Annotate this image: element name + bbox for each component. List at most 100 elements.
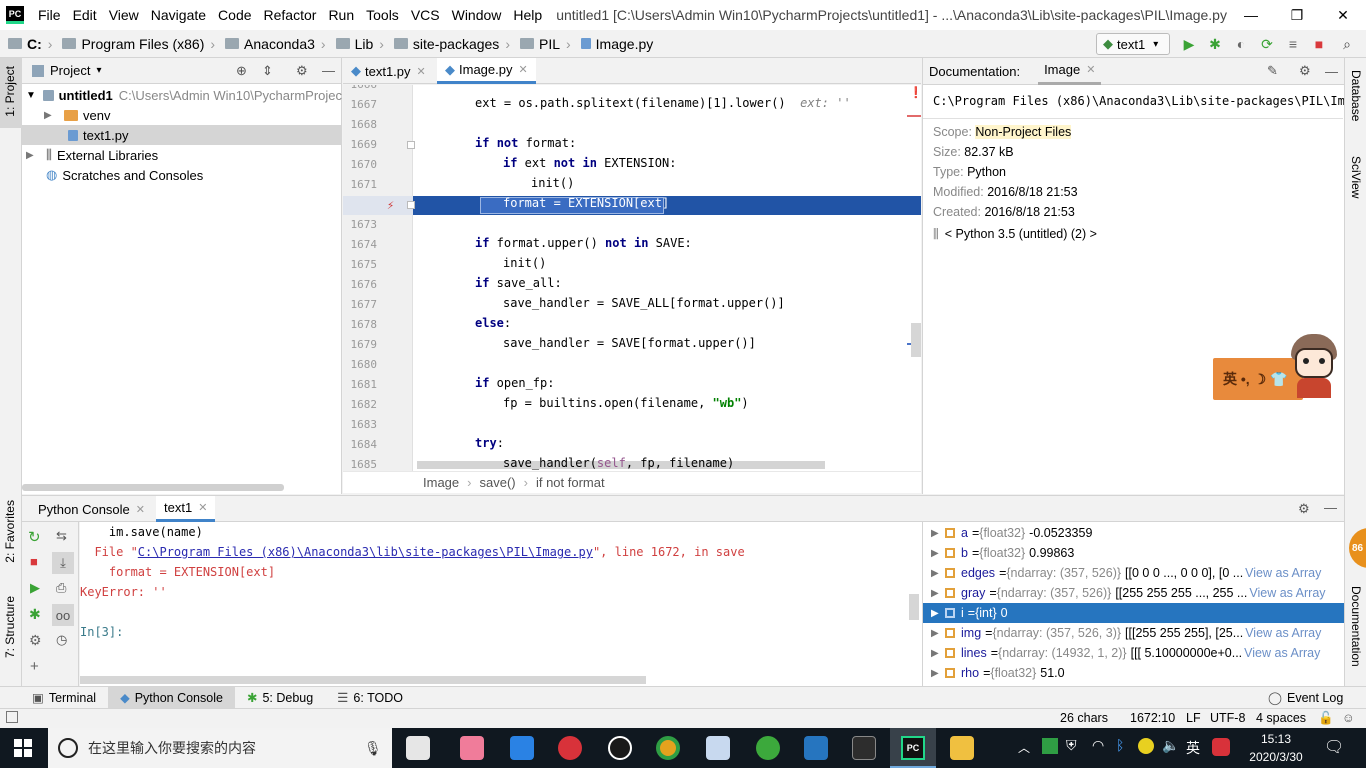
toggle-panels-icon[interactable] <box>6 711 18 723</box>
menu-navigate[interactable]: Navigate <box>145 7 212 23</box>
project-panel-title[interactable]: Project <box>50 63 90 78</box>
error-indicator-icon[interactable]: ❗ <box>909 86 921 99</box>
notification-badge[interactable]: 86 <box>1349 528 1366 568</box>
exception-breakpoint-icon[interactable]: ⚡ <box>387 198 394 212</box>
status-indent[interactable]: 4 spaces <box>1256 711 1306 725</box>
tab-documentation[interactable]: Documentation <box>1349 586 1363 667</box>
horizontal-scrollbar[interactable] <box>22 484 284 491</box>
gear-icon[interactable]: ⚙ <box>296 63 308 79</box>
add-icon[interactable]: + <box>30 658 39 675</box>
close-icon[interactable]: ✕ <box>417 65 426 78</box>
rerun-icon[interactable]: ↻ <box>28 528 41 546</box>
menu-file[interactable]: File <box>32 7 67 23</box>
menu-code[interactable]: Code <box>212 7 257 23</box>
fold-marker-icon[interactable] <box>407 141 415 149</box>
close-icon[interactable]: ✕ <box>136 503 145 516</box>
view-as-array-link[interactable]: View as Array <box>1245 566 1321 580</box>
gear-icon[interactable]: ⚙ <box>1298 501 1310 517</box>
tab-debug[interactable]: ✱ 5: Debug <box>235 687 325 709</box>
browser-icon[interactable] <box>756 736 780 760</box>
tab-favorites[interactable]: 2: Favorites <box>3 500 17 563</box>
tab-image-py[interactable]: ◆ Image.py ✕ <box>437 58 536 84</box>
volume-icon[interactable]: 🔈 <box>1162 737 1179 754</box>
profile-icon[interactable]: ⟳ <box>1259 36 1275 52</box>
ime-language-indicator[interactable]: 英 <box>1186 738 1200 758</box>
debug-icon[interactable]: ✱ <box>1207 36 1223 52</box>
variable-row[interactable]: ▶ a = {float32} -0.0523359 <box>923 523 1344 543</box>
clock-time[interactable]: 15:13 <box>1246 732 1306 746</box>
menu-vcs[interactable]: VCS <box>405 7 446 23</box>
sogou-ime-icon[interactable] <box>1212 738 1230 756</box>
variable-row[interactable]: ▶ rho = {float32} 51.0 <box>923 663 1344 683</box>
tab-documentation-image[interactable]: Image ✕ <box>1038 58 1102 85</box>
edit-source-icon[interactable]: ✎ <box>1267 63 1278 79</box>
crumb-anaconda3[interactable]: Anaconda3 › <box>225 36 332 52</box>
crumb-drive[interactable]: C: › <box>8 36 58 52</box>
horizontal-scrollbar[interactable] <box>80 676 646 684</box>
variable-row[interactable]: ▶ img = {ndarray: (357, 526, 3)} [[[255 255… <box>923 623 1344 643</box>
menu-view[interactable]: View <box>103 7 145 23</box>
vertical-scrollbar[interactable] <box>911 323 921 357</box>
chevron-down-icon[interactable]: ▾ <box>96 65 101 76</box>
hide-icon[interactable]: — <box>1324 500 1337 515</box>
chevron-right-icon[interactable]: ▶ <box>931 628 939 639</box>
tab-text1-console[interactable]: text1 ✕ <box>156 496 216 522</box>
tab-database[interactable]: Database <box>1349 70 1363 121</box>
app-icon-1[interactable] <box>406 736 430 760</box>
lock-icon[interactable]: 🔓 <box>1318 711 1334 726</box>
tree-item-external-libraries[interactable]: ▶ ⫼ External Libraries <box>22 145 342 165</box>
chevron-right-icon[interactable]: ▶ <box>931 548 939 559</box>
chevron-right-icon[interactable]: ▶ <box>931 648 939 659</box>
search-icon[interactable]: ⌕ <box>1339 36 1355 52</box>
locate-icon[interactable]: ⊕ <box>236 63 247 79</box>
variable-row[interactable]: ▶ gray = {ndarray: (357, 526)} [[255 255 25… <box>923 583 1344 603</box>
variable-row[interactable]: ▶ lines = {ndarray: (14932, 1, 2)}[[[ 5.10… <box>923 643 1344 663</box>
menu-edit[interactable]: Edit <box>67 7 103 23</box>
chevron-right-icon[interactable]: ▶ <box>931 588 939 599</box>
file-explorer-icon[interactable] <box>950 736 974 760</box>
doc-sdk[interactable]: ⫼ < Python 3.5 (untitled) (2) > <box>933 227 1097 242</box>
gear-icon[interactable]: ⚙ <box>1299 63 1311 79</box>
close-icon[interactable]: ✕ <box>198 501 207 514</box>
tab-structure[interactable]: 7: Structure <box>3 596 17 658</box>
paint-icon[interactable] <box>706 736 730 760</box>
variable-row[interactable]: ▶ i = {int} 0 <box>923 603 1344 623</box>
menu-tools[interactable]: Tools <box>360 7 405 23</box>
minimize-button[interactable]: — <box>1228 0 1274 30</box>
coverage-icon[interactable]: ◐ <box>1233 36 1249 52</box>
tray-gpu-icon[interactable] <box>1042 738 1058 754</box>
netease-music-icon[interactable] <box>558 736 582 760</box>
taskbar-search-input[interactable]: 在这里输入你要搜索的内容 🎙 <box>48 728 392 768</box>
microphone-icon[interactable]: 🎙 <box>364 740 382 757</box>
chevron-up-icon[interactable]: ︿ <box>1018 739 1030 756</box>
menu-refactor[interactable]: Refactor <box>258 7 323 23</box>
maximize-button[interactable]: ❐ <box>1274 0 1320 30</box>
notification-center-icon[interactable]: 🗨 <box>1324 737 1344 757</box>
vertical-scrollbar[interactable] <box>909 594 919 620</box>
crumb-pil[interactable]: PIL › <box>519 36 577 52</box>
clock-date[interactable]: 2020/3/30 <box>1246 750 1306 764</box>
crumb-site-packages[interactable]: site-packages › <box>393 36 516 52</box>
inspector-icon[interactable]: ☺ <box>1342 711 1355 725</box>
file-link[interactable]: C:\Program Files (x86)\Anaconda3\lib\sit… <box>138 545 593 559</box>
tray-security-icon[interactable]: ⛨ <box>1066 737 1077 754</box>
chevron-right-icon[interactable]: ▶ <box>931 668 939 679</box>
view-as-array-link[interactable]: View as Array <box>1245 626 1321 640</box>
tab-python-console[interactable]: Python Console ✕ <box>30 496 153 522</box>
terminal-app-icon[interactable] <box>852 736 876 760</box>
tree-item-scratches[interactable]: ◍ Scratches and Consoles <box>22 165 342 185</box>
view-as-array-link[interactable]: View as Array <box>1244 646 1320 660</box>
breadcrumb-class[interactable]: Image <box>423 475 459 490</box>
writer-icon[interactable] <box>804 736 828 760</box>
tab-todo[interactable]: ☰ 6: TODO <box>325 687 415 709</box>
chrome-icon[interactable] <box>656 736 680 760</box>
history-icon[interactable]: ◷ <box>56 632 67 648</box>
chevron-right-icon[interactable]: ▶ <box>931 528 939 539</box>
tree-item-venv[interactable]: ▶ venv <box>22 105 342 125</box>
tab-python-console-tool[interactable]: ◆ Python Console <box>108 686 235 709</box>
fold-marker-icon[interactable] <box>407 201 415 209</box>
menu-help[interactable]: Help <box>507 7 548 23</box>
stop-icon[interactable]: ■ <box>1311 36 1327 52</box>
close-icon[interactable]: ✕ <box>518 63 527 76</box>
tab-terminal[interactable]: ▣ Terminal <box>20 687 108 709</box>
